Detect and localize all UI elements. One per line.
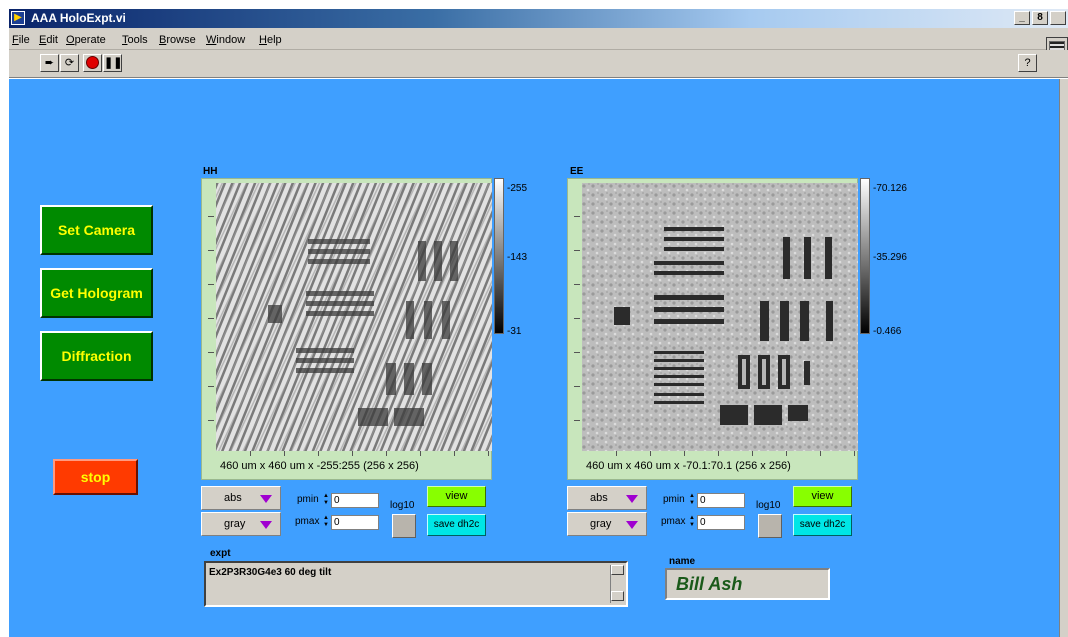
- graph-ee-scale-max: -70.126: [873, 183, 907, 194]
- spinner-icon[interactable]: ▲ ▼: [689, 493, 695, 507]
- dropdown-arrow-icon: [260, 495, 272, 503]
- pause-icon[interactable]: ❚❚: [103, 54, 122, 72]
- abort-stop-icon[interactable]: [83, 54, 102, 72]
- graph-hh-y-ticks: [208, 183, 216, 451]
- menu-file[interactable]: File: [12, 34, 30, 46]
- scroll-up-icon[interactable]: [611, 565, 624, 575]
- graph-hh-pmax-input[interactable]: 0: [331, 515, 379, 530]
- graph-hh-mode-select[interactable]: abs: [201, 486, 281, 510]
- help-button[interactable]: ?: [1018, 54, 1037, 72]
- menu-window[interactable]: Window: [206, 34, 245, 46]
- window-title: AAA HoloExpt.vi: [31, 11, 126, 25]
- graph-ee-frame: 460 um x 460 um x -70.1:70.1 (256 x 256): [567, 178, 858, 480]
- graph-ee-label: EE: [570, 166, 584, 177]
- graph-ee-controls: abs gray pmin ▲ ▼ 0 pmax ▲ ▼ 0 log10 view …: [567, 486, 857, 542]
- run-continuous-icon[interactable]: ⟳: [60, 54, 79, 72]
- labview-app-icon: ▶: [11, 11, 25, 25]
- graph-hh-frame: 460 um x 460 um x -255:255 (256 x 256): [201, 178, 492, 480]
- labview-window: ▶ AAA HoloExpt.vi _ 8 File Edit Operate …: [0, 0, 1068, 637]
- stop-button[interactable]: stop: [53, 459, 138, 495]
- graph-ee-x-ticks: [582, 451, 858, 457]
- menu-operate[interactable]: Operate: [66, 34, 106, 46]
- expt-string-input[interactable]: Ex2P3R30G4e3 60 deg tilt: [204, 561, 628, 607]
- graph-ee-pmax-label: pmax: [661, 516, 686, 527]
- run-arrow-icon[interactable]: ➨: [40, 54, 59, 72]
- reconstruction-image[interactable]: [582, 183, 858, 451]
- get-hologram-button[interactable]: Get Hologram: [40, 268, 153, 318]
- graph-ee-colorbar[interactable]: [860, 178, 870, 334]
- graph-ee-colormap-select[interactable]: gray: [567, 512, 647, 536]
- graph-hh-pmin-input[interactable]: 0: [331, 493, 379, 508]
- menu-bar: File Edit Operate Tools Browse Window He…: [9, 28, 1068, 50]
- graph-ee-save-button[interactable]: save dh2c: [793, 514, 852, 536]
- graph-hh-colorbar[interactable]: [494, 178, 504, 334]
- expt-scrollbar[interactable]: [610, 565, 624, 603]
- graph-hh-caption: 460 um x 460 um x -255:255 (256 x 256): [220, 460, 419, 472]
- graph-hh-mode-value: abs: [224, 492, 242, 504]
- graph-ee-view-button[interactable]: view: [793, 486, 852, 507]
- toolbar: ➨ ⟳ ❚❚ ?: [9, 50, 1068, 78]
- restore-button[interactable]: 8: [1032, 11, 1048, 25]
- expt-label: expt: [210, 548, 231, 559]
- graph-hh-pmax-label: pmax: [295, 516, 320, 527]
- minimize-button[interactable]: _: [1014, 11, 1030, 25]
- set-camera-button[interactable]: Set Camera: [40, 205, 153, 255]
- menu-edit[interactable]: Edit: [39, 34, 58, 46]
- graph-ee-caption: 460 um x 460 um x -70.1:70.1 (256 x 256): [586, 460, 791, 472]
- graph-hh-x-ticks: [216, 451, 492, 457]
- name-value: Bill Ash: [676, 574, 743, 594]
- graph-ee-pmin-input[interactable]: 0: [697, 493, 745, 508]
- graph-hh-controls: abs gray pmin ▲ ▼ 0 pmax ▲ ▼ 0 log10 view …: [201, 486, 491, 542]
- graph-ee-scale-mid: -35.296: [873, 252, 907, 263]
- graph-ee-mode-select[interactable]: abs: [567, 486, 647, 510]
- graph-hh-log-toggle[interactable]: [392, 514, 416, 538]
- graph-hh-view-button[interactable]: view: [427, 486, 486, 507]
- graph-ee-colormap-value: gray: [590, 518, 612, 530]
- scroll-down-icon[interactable]: [611, 591, 624, 601]
- graph-hh-scale-mid: -143: [507, 252, 528, 263]
- graph-ee-mode-value: abs: [590, 492, 608, 504]
- spinner-icon[interactable]: ▲ ▼: [323, 515, 329, 529]
- hologram-image[interactable]: [216, 183, 492, 451]
- graph-ee-y-ticks: [574, 183, 582, 451]
- dropdown-arrow-icon: [260, 521, 272, 529]
- graph-hh-label: HH: [203, 166, 218, 177]
- spinner-icon[interactable]: ▲ ▼: [323, 493, 329, 507]
- name-label: name: [669, 556, 696, 567]
- graph-hh-scale-min: -31: [507, 326, 522, 337]
- graph-ee-pmin-label: pmin: [663, 494, 685, 505]
- title-bar: ▶ AAA HoloExpt.vi _ 8: [9, 9, 1068, 28]
- hologram-image-graphic: [216, 183, 492, 451]
- graph-hh-scale-max: -255: [507, 183, 528, 194]
- diffraction-button[interactable]: Diffraction: [40, 331, 153, 381]
- graph-ee-log-label: log10: [756, 500, 781, 511]
- graph-hh-save-button[interactable]: save dh2c: [427, 514, 486, 536]
- dropdown-arrow-icon: [626, 521, 638, 529]
- reconstruction-image-graphic: [582, 183, 858, 451]
- graph-ee-pmax-input[interactable]: 0: [697, 515, 745, 530]
- close-button[interactable]: [1050, 11, 1066, 25]
- vertical-scrollbar[interactable]: [1059, 79, 1068, 637]
- graph-hh-pmin-label: pmin: [297, 494, 319, 505]
- graph-ee-scale-min: -0.466: [873, 326, 902, 337]
- name-indicator[interactable]: Bill Ash: [665, 568, 830, 600]
- graph-hh-colormap-value: gray: [224, 518, 246, 530]
- graph-hh-log-label: log10: [390, 500, 415, 511]
- spinner-icon[interactable]: ▲ ▼: [689, 515, 695, 529]
- graph-hh-colormap-select[interactable]: gray: [201, 512, 281, 536]
- menu-tools[interactable]: Tools: [122, 34, 148, 46]
- graph-ee-log-toggle[interactable]: [758, 514, 782, 538]
- dropdown-arrow-icon: [626, 495, 638, 503]
- front-panel: [9, 79, 1059, 637]
- menu-browse[interactable]: Browse: [159, 34, 196, 46]
- menu-help[interactable]: Help: [259, 34, 282, 46]
- expt-value: Ex2P3R30G4e3 60 deg tilt: [209, 567, 332, 578]
